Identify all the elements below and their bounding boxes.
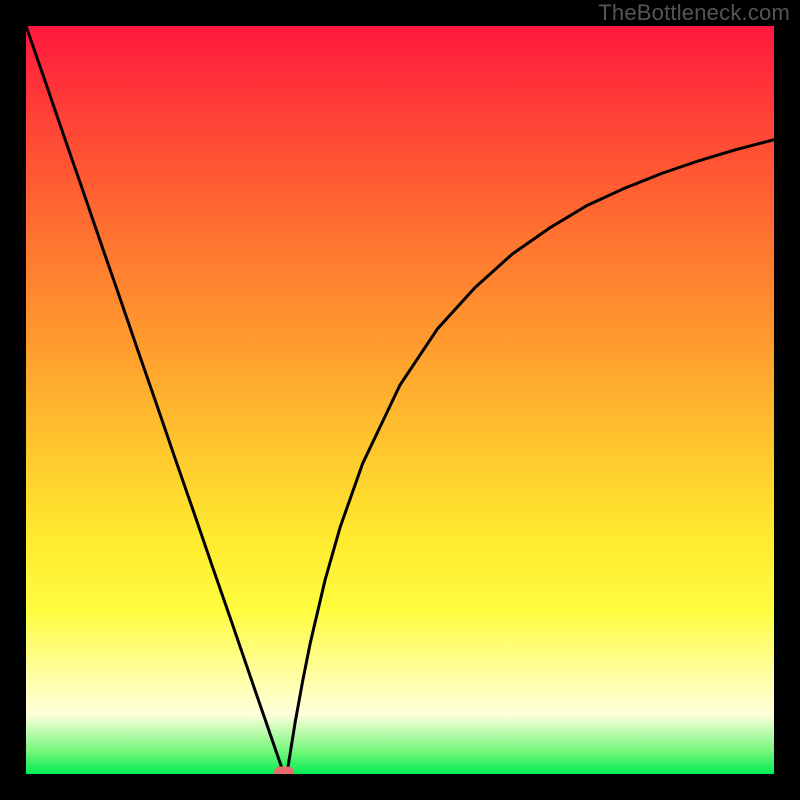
watermark-text: TheBottleneck.com [598, 0, 790, 26]
chart-container: TheBottleneck.com [0, 0, 800, 800]
gradient-background [26, 26, 774, 774]
